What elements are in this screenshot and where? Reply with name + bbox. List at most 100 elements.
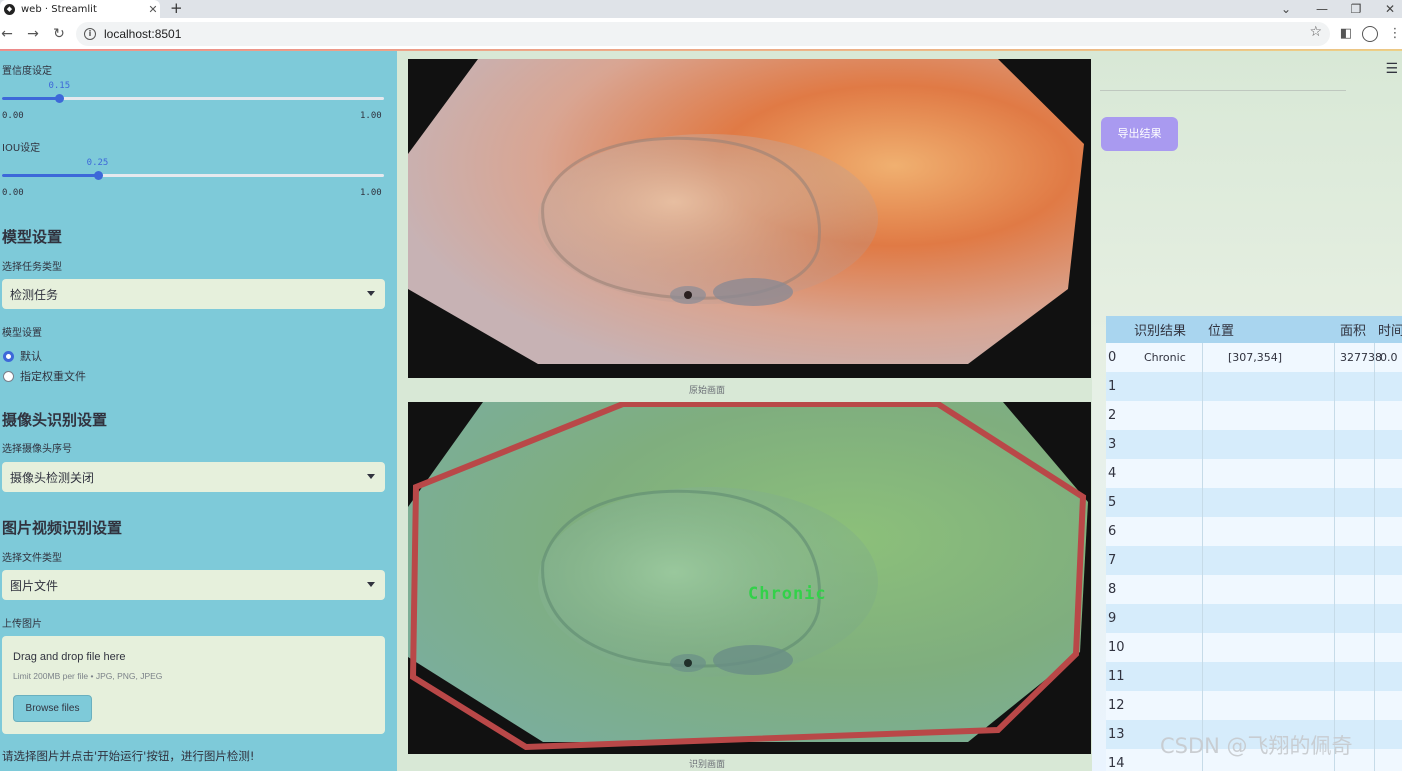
- table-row[interactable]: 8: [1106, 575, 1402, 604]
- new-tab-icon[interactable]: +: [170, 0, 183, 18]
- chevron-down-icon: [367, 474, 375, 479]
- column-divider: [1334, 691, 1335, 720]
- browse-files-button[interactable]: Browse files: [13, 695, 92, 722]
- cell-result: Chronic: [1144, 351, 1186, 364]
- camera-index-select[interactable]: 摄像头检测关闭: [2, 462, 385, 492]
- column-divider: [1202, 372, 1203, 401]
- table-row[interactable]: 0 Chronic [307,354] 327738 0.0: [1106, 343, 1402, 372]
- table-row[interactable]: 6: [1106, 517, 1402, 546]
- row-index: 6: [1108, 524, 1117, 539]
- radio-selected-icon[interactable]: [3, 350, 14, 362]
- confidence-max: 1.00: [360, 111, 382, 121]
- column-header-time[interactable]: 时间: [1378, 316, 1402, 343]
- row-index: 14: [1108, 756, 1125, 771]
- model-label: 模型设置: [2, 328, 42, 339]
- table-row[interactable]: 7: [1106, 546, 1402, 575]
- table-row[interactable]: 3: [1106, 430, 1402, 459]
- restore-icon[interactable]: ❐: [1346, 0, 1366, 18]
- cell-position: [307,354]: [1228, 351, 1283, 364]
- iou-slider[interactable]: [2, 171, 384, 180]
- column-divider: [1374, 575, 1375, 604]
- column-divider: [1374, 633, 1375, 662]
- row-index: 0: [1108, 350, 1117, 365]
- url-field[interactable]: i localhost:8501 ☆: [76, 22, 1330, 46]
- task-type-select[interactable]: 检测任务: [2, 279, 385, 309]
- profile-icon[interactable]: [1361, 24, 1379, 44]
- hamburger-menu-icon[interactable]: ☰: [1385, 61, 1398, 77]
- column-divider: [1334, 459, 1335, 488]
- file-uploader-dropzone[interactable]: Drag and drop file here Limit 200MB per …: [2, 636, 385, 734]
- bookmark-star-icon[interactable]: ☆: [1309, 24, 1322, 40]
- side-panel-icon[interactable]: ◧: [1337, 24, 1355, 44]
- row-index: 3: [1108, 437, 1117, 452]
- reload-icon[interactable]: ↻: [49, 24, 69, 44]
- column-divider: [1374, 372, 1375, 401]
- confidence-label: 置信度设定: [2, 66, 52, 77]
- original-image: [408, 59, 1091, 378]
- column-header-result[interactable]: 识别结果: [1134, 316, 1186, 343]
- table-header: 识别结果 位置 面积 时间: [1106, 316, 1402, 343]
- close-tab-icon[interactable]: ✕: [146, 3, 160, 16]
- divider: [1100, 90, 1346, 91]
- column-divider: [1374, 546, 1375, 575]
- minimize-icon[interactable]: —: [1312, 0, 1332, 18]
- row-index: 13: [1108, 727, 1125, 742]
- forward-icon[interactable]: →: [23, 24, 43, 44]
- url-text: localhost:8501: [104, 27, 182, 41]
- radio-unselected-icon[interactable]: [3, 370, 14, 382]
- column-divider: [1202, 488, 1203, 517]
- results-table: 识别结果 位置 面积 时间 0 Chronic [307,354] 327738 0.0…: [1106, 316, 1402, 771]
- column-divider: [1334, 430, 1335, 459]
- column-divider: [1202, 546, 1203, 575]
- iou-slider-thumb[interactable]: [93, 171, 103, 180]
- table-row[interactable]: 1: [1106, 372, 1402, 401]
- column-divider: [1202, 691, 1203, 720]
- column-divider: [1334, 401, 1335, 430]
- column-divider: [1202, 662, 1203, 691]
- file-type-select[interactable]: 图片文件: [2, 570, 385, 600]
- tab-search-icon[interactable]: ⌄: [1276, 0, 1296, 18]
- original-image-caption: 原始画面: [688, 386, 726, 396]
- radio-default-model[interactable]: 默认: [3, 348, 42, 364]
- file-settings-heading: 图片视频识别设置: [2, 519, 123, 537]
- task-type-label: 选择任务类型: [2, 262, 62, 273]
- row-index: 10: [1108, 640, 1125, 655]
- table-row[interactable]: 12: [1106, 691, 1402, 720]
- column-divider: [1202, 604, 1203, 633]
- column-header-area[interactable]: 面积: [1340, 316, 1366, 343]
- table-row[interactable]: 9: [1106, 604, 1402, 633]
- table-row[interactable]: 5: [1106, 488, 1402, 517]
- radio-custom-weights[interactable]: 指定权重文件: [3, 368, 86, 384]
- column-header-position[interactable]: 位置: [1208, 316, 1234, 343]
- browser-menu-icon[interactable]: ⋮: [1386, 24, 1402, 44]
- row-index: 7: [1108, 553, 1117, 568]
- table-row[interactable]: 11: [1106, 662, 1402, 691]
- confidence-slider[interactable]: [2, 94, 384, 103]
- browser-tab[interactable]: ◆ web · Streamlit ✕: [0, 0, 160, 18]
- export-results-button[interactable]: 导出结果: [1101, 117, 1178, 151]
- radio-custom-label: 指定权重文件: [20, 370, 86, 383]
- chevron-down-icon: [367, 582, 375, 587]
- back-icon[interactable]: ←: [0, 24, 17, 44]
- table-row[interactable]: 2: [1106, 401, 1402, 430]
- column-divider: [1374, 691, 1375, 720]
- column-divider: [1202, 575, 1203, 604]
- sidebar: 置信度设定 0.15 0.00 1.00 IOU设定 0.25 0.00 1.0…: [0, 51, 397, 771]
- close-window-icon[interactable]: ✕: [1380, 0, 1400, 18]
- column-divider: [1202, 459, 1203, 488]
- file-type-label: 选择文件类型: [2, 553, 62, 564]
- column-divider: [1334, 604, 1335, 633]
- upload-limit: Limit 200MB per file • JPG, PNG, JPEG: [13, 671, 163, 681]
- iou-value: 0.25: [86, 158, 109, 168]
- table-row[interactable]: 4: [1106, 459, 1402, 488]
- chevron-down-icon: [367, 291, 375, 296]
- iou-min: 0.00: [2, 188, 24, 198]
- row-index: 11: [1108, 669, 1125, 684]
- site-info-icon[interactable]: i: [84, 28, 96, 40]
- column-divider: [1374, 517, 1375, 546]
- confidence-slider-thumb[interactable]: [55, 94, 65, 103]
- column-divider: [1334, 575, 1335, 604]
- detection-label: Chronic: [748, 584, 827, 604]
- result-image: Chronic: [408, 402, 1091, 754]
- table-row[interactable]: 10: [1106, 633, 1402, 662]
